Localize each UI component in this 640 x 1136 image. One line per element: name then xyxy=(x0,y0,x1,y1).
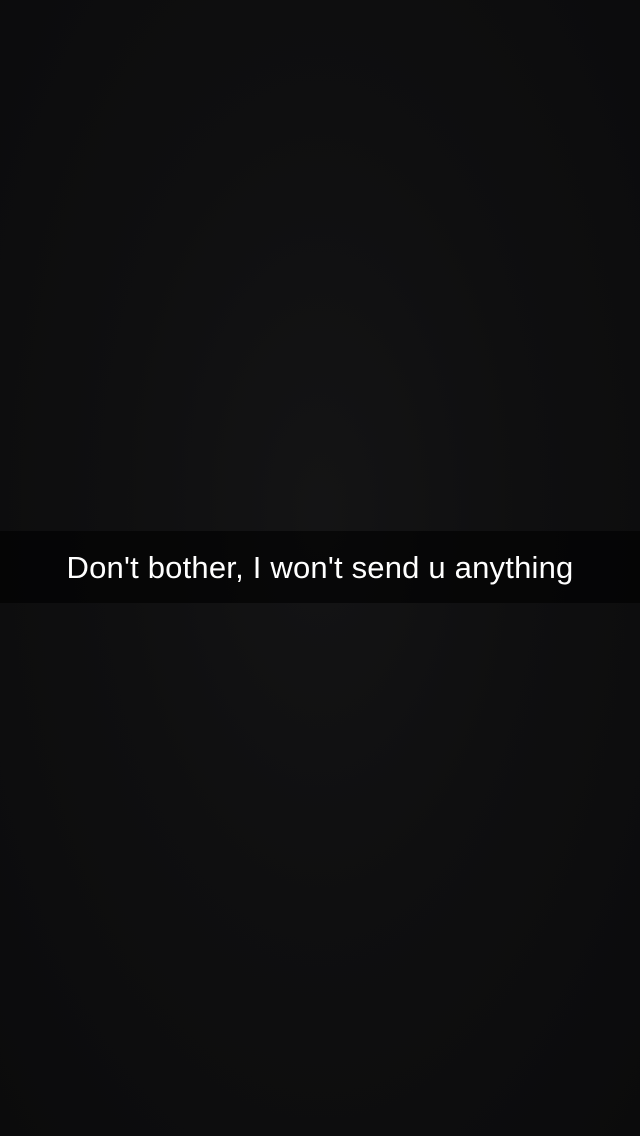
caption-text: Don't bother, I won't send u anything xyxy=(66,549,574,585)
snap-photo: Don't bother, I won't send u anything xyxy=(0,0,640,1136)
caption-bar: Don't bother, I won't send u anything xyxy=(0,531,640,603)
